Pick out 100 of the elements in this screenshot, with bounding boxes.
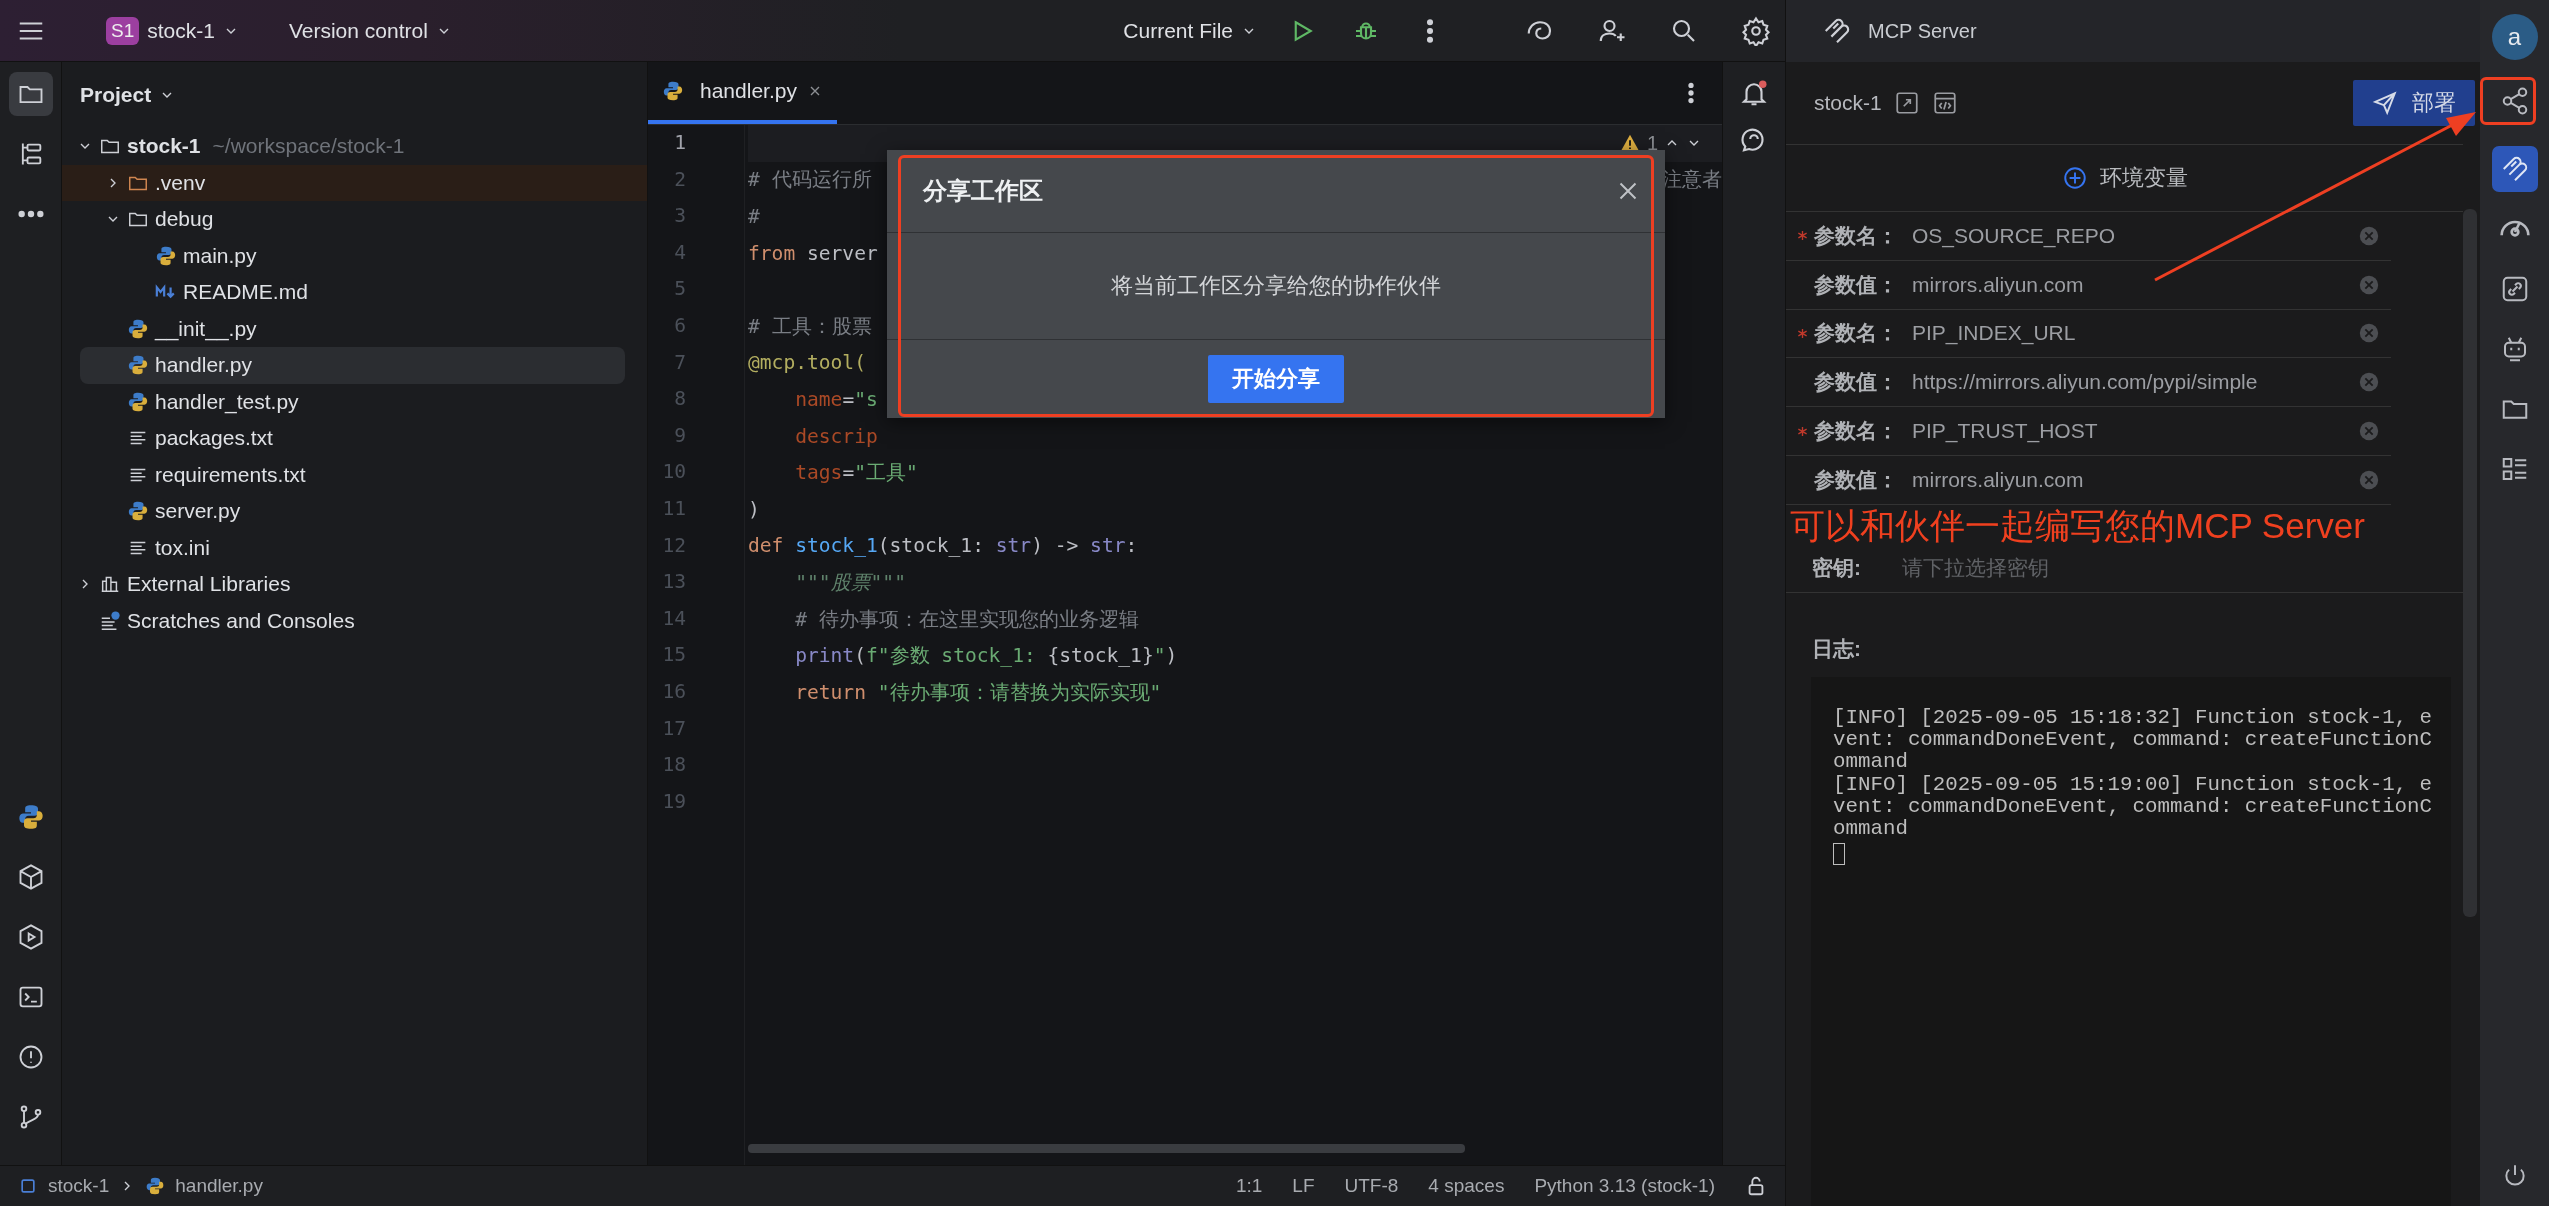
line-number: 3 [673, 203, 687, 230]
code-file-icon[interactable] [1931, 90, 1958, 116]
python-icon[interactable] [16, 803, 45, 831]
field-label: 参数名： [1814, 320, 1899, 347]
notification-icon[interactable] [1739, 78, 1769, 108]
add-icon[interactable] [2061, 165, 2088, 191]
text-cursor [1833, 842, 1845, 865]
dialog-message: 将当前工作区分享给您的协作伙伴 [1111, 272, 1441, 300]
tool-window-button[interactable] [8, 72, 53, 116]
required-mark-icon [1797, 425, 1808, 437]
scrollbar-thumb[interactable] [2463, 209, 2477, 917]
run-config-selector[interactable]: Current File [1115, 14, 1265, 47]
tree-item[interactable]: requirements.txt [62, 456, 647, 493]
deploy-button[interactable]: 部署 [2353, 80, 2475, 126]
tree-item[interactable]: README.md [62, 274, 647, 311]
tree-item[interactable]: handler.py [80, 347, 625, 384]
input-field[interactable]: mirrors.aliyun.com [1912, 467, 2358, 492]
code-token: " [1153, 644, 1166, 668]
project-selector[interactable]: S1 stock-1 [98, 12, 247, 49]
tree-item[interactable]: server.py [62, 493, 647, 530]
line-number: 9 [673, 422, 687, 449]
scratches-icon [99, 609, 121, 632]
line-number: 17 [661, 715, 687, 742]
line-number: 5 [673, 276, 687, 303]
breadcrumb[interactable]: stock-1 [48, 1175, 110, 1197]
tree-label: Scratches and Consoles [127, 608, 355, 633]
python-file-icon [127, 317, 149, 340]
tree-item[interactable]: packages.txt [62, 420, 647, 457]
start-share-button[interactable]: 开始分享 [1208, 355, 1344, 403]
tree-item[interactable]: .venv [62, 164, 647, 201]
required-mark-icon [1797, 230, 1808, 242]
line-number: 7 [673, 349, 687, 376]
breadcrumb[interactable]: handler.py [175, 1175, 263, 1197]
version-control-menu[interactable]: Version control [280, 14, 460, 47]
tree-item[interactable]: handler_test.py [62, 383, 647, 420]
tree-label: .venv [155, 170, 206, 195]
field-label: 参数名： [1814, 418, 1899, 445]
input-field[interactable]: https://mirrors.aliyun.com/pypi/simple [1912, 370, 2358, 395]
tree-label: handler.py [155, 353, 252, 378]
status-item[interactable]: LF [1292, 1175, 1315, 1197]
code-token: # 代码运行所 [748, 167, 872, 194]
tree-item[interactable]: Scratches and Consoles [62, 602, 647, 639]
line-number: 2 [673, 166, 687, 193]
select-field[interactable]: 请下拉选择密钥 [1900, 555, 2463, 582]
code-token: ) -> [1031, 534, 1080, 558]
tree-label: __init__.py [155, 316, 257, 341]
copy-link-icon[interactable] [1893, 90, 1920, 116]
input-field[interactable]: mirrors.aliyun.com [1912, 272, 2358, 297]
line-number: 13 [661, 569, 687, 596]
log-line: [INFO] [2025-09-05 15:19:00] Function stock-1, event: commandDoneEvent, command: createFunctionCommand [1833, 773, 2433, 841]
tree-item[interactable]: __init__.py [62, 310, 647, 347]
line-number: 12 [661, 532, 687, 559]
project-badge: S1 [106, 16, 140, 45]
tree-label: server.py [155, 499, 241, 524]
line-number: 6 [673, 312, 687, 339]
code-token: # [748, 205, 760, 228]
tree-item[interactable]: main.py [62, 237, 647, 274]
tool-window-button[interactable] [2491, 146, 2538, 192]
panel-title: MCP Server [1868, 19, 1977, 43]
user-avatar[interactable]: a [2491, 14, 2538, 60]
code-token: = [842, 461, 855, 485]
tree-label: packages.txt [155, 426, 273, 451]
code-token: # 待办事项：在这里实现您的业务逻辑 [794, 606, 1139, 633]
status-item[interactable]: 4 spaces [1428, 1175, 1505, 1197]
tree-item[interactable]: debug [62, 201, 647, 238]
send-icon [2372, 90, 2398, 116]
code-token: @mcp.tool( [748, 351, 866, 375]
field-label: 日志: [1812, 635, 1862, 662]
annotation-frame [2480, 77, 2536, 125]
line-number: 10 [661, 459, 687, 486]
line-number: 8 [673, 386, 687, 413]
line-number: 16 [661, 678, 687, 705]
scrollbar-thumb[interactable] [748, 1144, 1465, 1153]
field-label: 参数值： [1814, 369, 1899, 396]
input-field[interactable]: PIP_TRUST_HOST [1912, 419, 2358, 444]
field-label: 参数名： [1814, 222, 1899, 249]
status-item[interactable]: Python 3.13 (stock-1) [1534, 1175, 1715, 1197]
code-token: str [995, 534, 1032, 558]
python-file-icon [145, 1176, 166, 1196]
panel-title[interactable]: Project [80, 83, 152, 107]
input-field[interactable]: PIP_INDEX_URL [1912, 321, 2358, 346]
line-number: 18 [661, 752, 687, 779]
tree-item[interactable]: stock-1 ~/workspace/stock-1 [62, 128, 647, 165]
tree-label: External Libraries [127, 572, 291, 597]
code-token: server [805, 241, 878, 265]
code-token: return [794, 680, 867, 704]
code-token: : [1125, 534, 1138, 558]
field-label: 密钥: [1812, 555, 1862, 582]
status-item[interactable]: 1:1 [1235, 1175, 1263, 1197]
code-token: {stock_1} [1047, 644, 1154, 668]
status-item[interactable]: UTF-8 [1344, 1175, 1399, 1197]
gauge-icon [2499, 219, 2530, 239]
input-field[interactable]: OS_SOURCE_REPO [1912, 223, 2358, 248]
tree-label: requirements.txt [155, 462, 306, 487]
tree-item[interactable]: External Libraries [62, 566, 647, 603]
settings-icon[interactable] [1741, 15, 1771, 46]
tree-item[interactable]: tox.ini [62, 529, 647, 566]
code-token: descrip [794, 424, 878, 448]
tree-label: main.py [183, 243, 257, 268]
field-label: 参数值： [1814, 466, 1899, 493]
